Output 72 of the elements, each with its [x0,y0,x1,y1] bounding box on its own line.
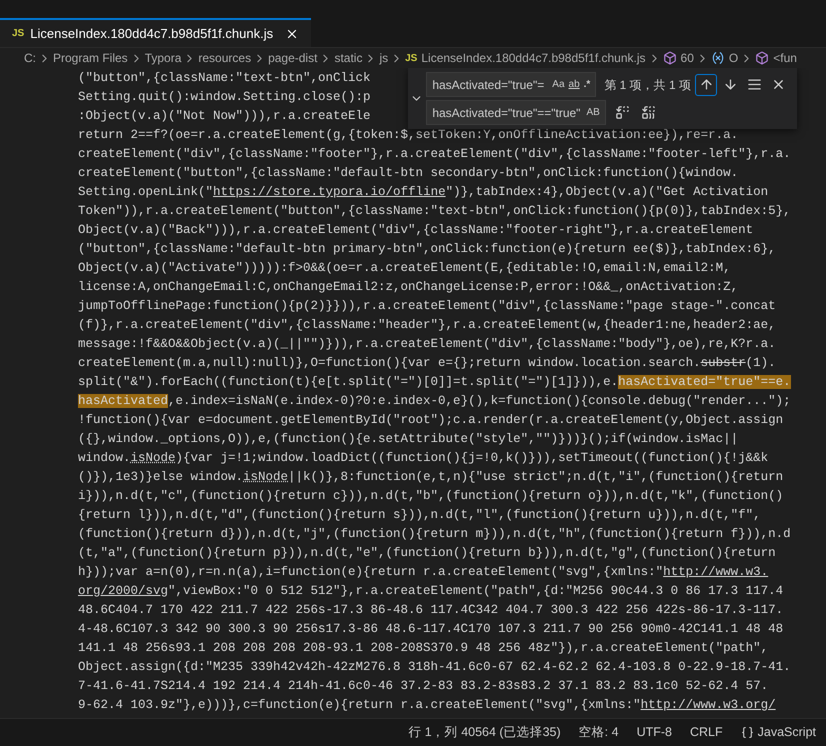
code-line: 4-48.6C107.3 342 90 300.3 90 256s17.3-86 48.6-117.4C170 107.3 211.7 90 256 90m0-42C141.1 48 48 [78,621,784,638]
status-item[interactable]: JavaScript [740,723,816,742]
find-input[interactable]: hasActivated="true"= Aa ab .* [426,72,596,97]
editor-tab[interactable]: JS LicenseIndex.180dd4c7.b98d5f1f.chunk.js [0,18,312,47]
code-line: Token")),r.a.createElement("button",{className:"text-btn",onClick:function(){p(0)},tabIndex:5}, [78,203,791,220]
code-line: return 2==f?(oe=r.a.createElement(g,{token:$,setToken:Y,onOfflineActivation:ee}),re=r.a. [78,127,738,144]
code-line: 9-62.4 103.9z"},e)))},c=function(e){return r.a.createElement("svg",{xmlns:"http://www.w3.org/ [78,697,776,714]
js-file-icon: JS [12,26,24,41]
status-item[interactable]: 空格: 4 [578,723,619,742]
breadcrumb-item[interactable]: js [379,49,388,67]
replace-input[interactable]: hasActivated="true"=="true" AB [426,100,606,125]
breadcrumb-item[interactable]: page-dist [268,49,318,67]
code-line: license:A,onChangeEmail:C,onChangeEmail2:z,onChangeLicense:P,error:!O&&_,onActivation:Z, [78,279,738,296]
code-line: createElement(m.a,null):null)},O=function(){var e={};return window.location.search.substr(1). [78,355,776,372]
code-line: {return l})),n.d(t,"d",(function(){return s})),n.d(t,"l",(function(){return u})),n.d(t,"f", [78,507,761,524]
code-line: ("button",{className:"default-btn primary-btn",onClick:function(e){return ee($)},tabIndex:6}, [78,241,776,258]
breadcrumb-item[interactable]: C: [24,49,36,67]
code-line: (f)},r.a.createElement("div",{className:"header"},r.a.createElement(w,{header1:ne,header2:ae, [78,317,776,334]
word-toggle[interactable]: ab [566,77,582,92]
tab-label: LicenseIndex.180dd4c7.b98d5f1f.chunk.js [30,24,274,43]
case-toggle[interactable]: Aa [550,77,567,92]
breadcrumb-item[interactable]: Typora [144,49,182,67]
breadcrumb-item[interactable]: resources [198,49,252,67]
code-line: i})),n.d(t,"c",(function(){return c})),n.d(t,"b",(function(){return o})),n.d(t,"k",(function() [78,488,784,505]
code-line: createElement("button",{className:"default-btn secondary-btn",onClick:function(){window. [78,165,738,182]
code-line: window.isNode){var j=!1;window.loadDict((function(){j=!0,k()})),setTimeout((function(){!j&&k [78,450,768,467]
breadcrumb-item[interactable]: LicenseIndex.180dd4c7.b98d5f1f.chunk.js [421,49,646,67]
code-line: org/2000/svg",viewBox:"0 0 512 512"},r.a.createElement("path",{d:"M256 90c44.3 0 86 17.3 117.4 [78,583,784,600]
code-line: 141.1 48 256s93.1 208 208 208 208-93.1 208-208S370.9 48 256 48z"}),r.a.createElement("path", [78,640,768,657]
code-line: Object(v.a)("Activate"))))):f>0&&(oe=r.a.createElement(E,{editable:!O,email:N,email2:M, [78,260,731,277]
breadcrumb-item[interactable]: static [334,49,362,67]
search-match: hasActivated [78,394,168,408]
preserve-case-toggle[interactable]: AB [584,105,602,120]
code-line: ({},window._options,O)),e,(function(){e.setAttribute("style","")}))}();if(window.isMac|| [78,431,738,448]
match-count: 第 1 项，共 1 项 [604,76,691,94]
code-line: createElement("div",{className:"footer"},r.a.createElement("div",{className:"footer-left"},r.a. [78,146,791,163]
status-item[interactable]: UTF-8 [636,723,672,742]
code-line: h}));var a=n(0),r=n.n(a),i=function(e){return r.a.createElement("svg",{xmlns:"http://www.w3. [78,564,768,581]
code-line: ()}),1e3)}else window.isNode||k()},8:function(e,t,n){"use strict";n.d(t,"i",(function(){return [78,469,784,486]
status-item[interactable]: 行 1，列 40564 (已选择35) [408,723,561,742]
code-line: message:!f&&O&&Object(v.a)(_||"")})),r.a.createElement("div",{className:"body"},oe),re,K?r.a. [78,336,776,353]
breadcrumb-item[interactable]: 60 [680,49,694,67]
code-link[interactable]: http://www.w3. [663,565,768,579]
code-line: ("button",{className:"text-btn",onClick [78,70,371,87]
breadcrumb-item[interactable]: <fun [773,49,797,67]
code-line: split("&").forEach((function(t){e[t.split("=")[0]]=t.split("=")[1]})),e.hasActivated="true"==e. [78,374,791,391]
code-line: hasActivated,e.index=isNaN(e.index-0)?0:e.index-0,e}(),k=function(){console.debug("render..."); [78,393,791,410]
code-line: jumpToOfflinePage:function(){p(2)}})),r.a.createElement("div",{className:"page stage-".concat [78,298,776,315]
code-link[interactable]: org/2000/svg [78,584,168,598]
code-line: :Object(v.a)("Not Now"))),r.a.createEle [78,108,371,125]
variable-icon [710,51,725,65]
breadcrumb-item[interactable]: Program Files [53,49,128,67]
js-file-icon: JS [405,50,418,66]
code-line: Setting.quit():window.Setting.close():p [78,89,371,106]
code-link[interactable]: http://www.w3.org/ [640,698,776,712]
braces-icon [740,726,754,739]
code-line: (t,"a",(function(){return p})),n.d(t,"e",(function(){return b})),n.d(t,"g",(function(){return [78,545,776,562]
code-line: 48.6C404.7 170 422 211.7 422 256s-17.3 86-48.6 117.4C342 404.7 300.3 422 256 422s-86-17.3-117. [78,602,784,619]
cube-icon [755,51,770,65]
code-line: !function(){var e=document.getElementById("root");c.a.render(r.a.createElement(y,Object.assign [78,412,784,429]
regex-toggle[interactable]: .* [582,77,592,92]
code-line: Object(v.a)("Back"))),r.a.createElement("div",{className:"footer-right"},r.a.createElement [78,222,754,239]
code-line: Object.assign({d:"M235 339h42v42h-42zM276.8 318h-41.6c0-67 62.4-62.2 62.4-103.8 0-22.9-18.7-41. [78,659,791,676]
code-line: 7-41.6-41.7S214.4 192 214.4 214h-41.6c0-46 37.2-83 83.2-83s83.2 37.1 83.2 83.1c0 52-62.4 57. [78,678,768,695]
cube-icon [662,51,677,65]
breadcrumb-item[interactable]: O [728,49,738,67]
arrow-up-icon[interactable] [695,74,717,96]
code-line: (function(){return d})),n.d(t,"j",(function(){return m})),n.d(t,"h",(function(){return f})),n.d [78,526,791,543]
search-match: hasActivated="true"==e. [618,375,791,389]
status-item[interactable]: CRLF [690,723,723,742]
code-line: Setting.openLink("https://store.typora.io/offline")},tabIndex:4},Object(v.a)("Get Activation [78,184,768,201]
code-link[interactable]: https://store.typora.io/offline [213,185,446,199]
